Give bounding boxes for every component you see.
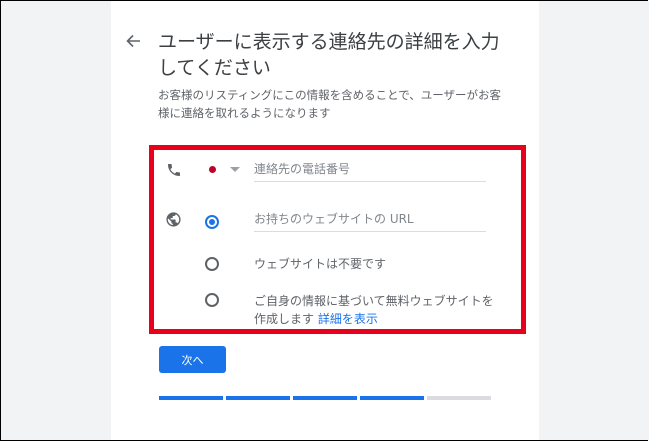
- progress-segment: [427, 396, 491, 400]
- progress-bar: [159, 396, 491, 400]
- progress-segment: [360, 396, 424, 400]
- back-arrow-icon[interactable]: [124, 32, 142, 50]
- create-website-option: ご自身の情報に基づいて無料ウェブサイトを作成します 詳細を表示: [254, 292, 494, 328]
- progress-segment: [226, 396, 290, 400]
- page-description: お客様のリスティングにこの情報を含めることで、ユーザーがお客様に連絡を取れるよう…: [158, 88, 502, 120]
- no-website-label: ウェブサイトは不要です: [254, 257, 387, 271]
- learn-more-link[interactable]: 詳細を表示: [318, 312, 378, 326]
- globe-icon: [166, 212, 181, 227]
- next-button[interactable]: 次へ: [159, 346, 226, 373]
- radio-create-free-website[interactable]: [205, 293, 219, 307]
- phone-number-input[interactable]: [254, 156, 486, 182]
- background-right: [539, 1, 649, 440]
- background-left: [1, 1, 111, 440]
- website-url-input[interactable]: [254, 206, 486, 232]
- phone-icon: [168, 164, 180, 176]
- chevron-down-icon[interactable]: [230, 166, 240, 173]
- country-flag-icon[interactable]: [209, 166, 216, 173]
- page-title: ユーザーに表示する連絡先の詳細を入力してください: [158, 31, 500, 79]
- progress-segment: [159, 396, 223, 400]
- progress-segment: [293, 396, 357, 400]
- radio-website-url[interactable]: [205, 215, 219, 229]
- radio-no-website[interactable]: [205, 257, 219, 271]
